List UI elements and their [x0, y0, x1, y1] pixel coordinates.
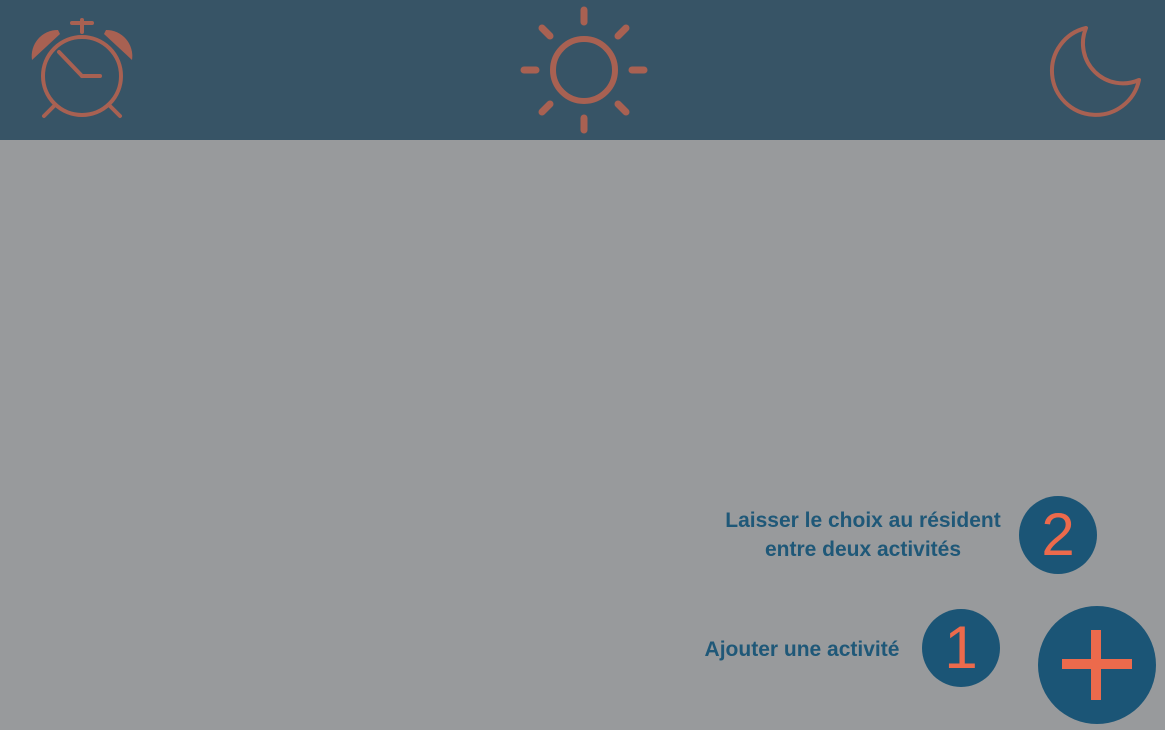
choice-step-button[interactable]: 2	[1019, 496, 1097, 574]
top-bar	[0, 0, 1165, 140]
choice-label-line2: entre deux activités	[764, 538, 962, 561]
choice-option-label[interactable]: Laisser le choix au résident entre deux …	[700, 506, 1026, 564]
plus-icon-vertical	[1091, 630, 1101, 700]
moon-icon[interactable]	[1046, 22, 1144, 118]
sun-icon[interactable]	[518, 4, 650, 136]
add-activity-label[interactable]: Ajouter une activité	[682, 635, 922, 664]
add-activity-button[interactable]	[1038, 606, 1156, 724]
alarm-clock-icon[interactable]	[26, 18, 138, 122]
add-step-button[interactable]: 1	[922, 609, 1000, 687]
main-area: Laisser le choix au résident entre deux …	[0, 140, 1165, 730]
choice-label-line1: Laisser le choix au résident	[725, 509, 1001, 532]
